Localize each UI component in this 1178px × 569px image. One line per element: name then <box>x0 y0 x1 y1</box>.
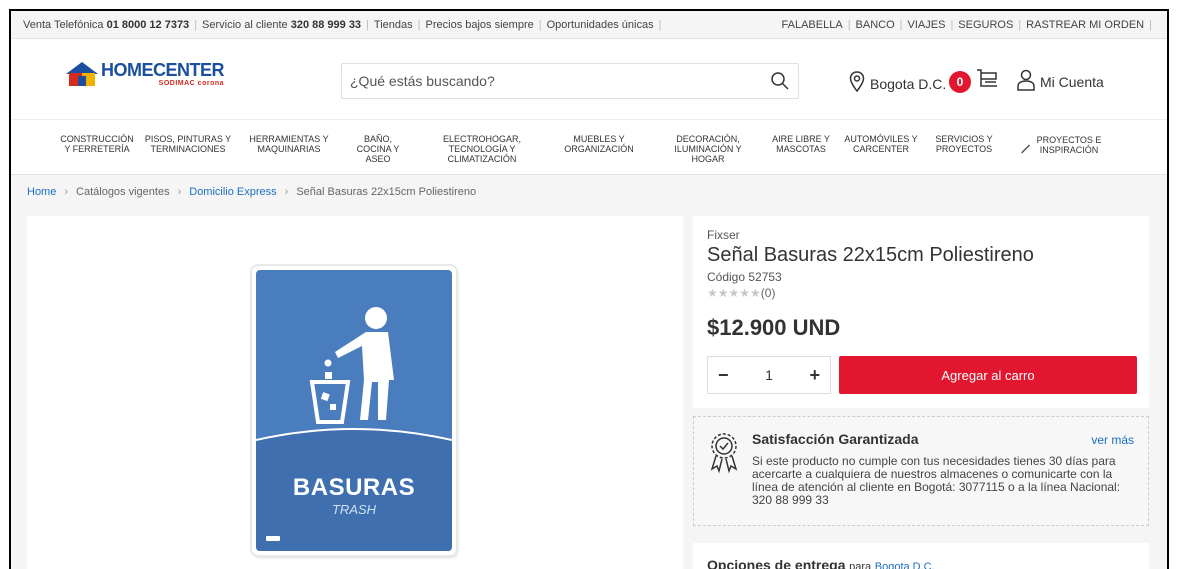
account-link[interactable]: Mi Cuenta <box>1017 69 1104 94</box>
product-code: Código 52753 <box>707 270 782 284</box>
logo-sub-text: SODIMAC corona <box>158 80 225 87</box>
nav-item-pisos[interactable]: PISOS, PINTURAS Y TERMINACIONES <box>145 134 231 154</box>
delivery-title: Opciones de entrega <box>707 557 846 569</box>
location-pin-icon <box>849 71 865 96</box>
chevron-right-icon: › <box>284 186 289 198</box>
user-icon <box>1017 69 1035 94</box>
search-input[interactable] <box>342 64 742 98</box>
pencil-icon <box>1021 134 1031 156</box>
product-rating[interactable]: ★★★★★ (0) <box>707 286 1135 300</box>
rating-count: (0) <box>760 286 776 300</box>
account-label: Mi Cuenta <box>1040 73 1104 90</box>
guarantee-badge-icon <box>708 431 740 475</box>
topbar-stores-link[interactable]: Tiendas <box>374 19 413 31</box>
breadcrumb-home[interactable]: Home <box>27 186 56 198</box>
delivery-options: Opciones de entrega para Bogota D.C. <box>693 543 1149 569</box>
house-logo-icon <box>65 61 99 87</box>
topbar-customer-service[interactable]: Servicio al cliente 320 88 999 33 <box>202 19 361 31</box>
delivery-for: para <box>849 561 872 569</box>
cart-count-badge: 0 <box>949 70 971 93</box>
nav-item-herramientas[interactable]: HERRAMIENTAS Y MAQUINARIAS <box>249 134 328 154</box>
homecenter-logo[interactable]: HOMECENTER SODIMAC corona <box>65 60 225 87</box>
quantity-value[interactable]: 1 <box>765 367 773 383</box>
nav-item-aire-libre[interactable]: AIRE LIBRE Y MASCOTAS <box>772 134 830 154</box>
rating-stars-icon: ★★★★★ <box>707 286 761 300</box>
satisfaction-guarantee-box: Satisfacción Garantizada ver más Si este… <box>693 416 1149 526</box>
breadcrumb-current: Señal Basuras 22x15cm Poliestireno <box>296 186 477 198</box>
nav-item-electrohogar[interactable]: ELECTROHOGAR, TECNOLOGÍA Y CLIMATIZACIÓN <box>443 134 521 164</box>
product-brand[interactable]: Fixser <box>707 228 1135 242</box>
breadcrumb: Home › Catálogos vigentes › Domicilio Ex… <box>11 175 1167 209</box>
topbar-opportunities-link[interactable]: Oportunidades únicas <box>547 19 654 31</box>
product-title: Señal Basuras 22x15cm Poliestireno <box>707 244 1034 266</box>
quantity-stepper: − 1 + <box>707 356 831 394</box>
cart-button[interactable]: 0 <box>949 67 999 96</box>
topbar-track-order-link[interactable]: RASTREAR MI ORDEN <box>1026 19 1144 31</box>
search-icon[interactable] <box>770 71 790 91</box>
guarantee-more-link[interactable]: ver más <box>1091 433 1134 447</box>
topbar-seguros-link[interactable]: SEGUROS <box>958 19 1013 31</box>
guarantee-title: Satisfacción Garantizada <box>752 431 919 447</box>
increase-quantity-button[interactable]: + <box>809 365 820 386</box>
location-label: Bogota D.C. <box>870 75 947 92</box>
nav-item-servicios[interactable]: SERVICIOS Y PROYECTOS <box>935 134 992 154</box>
nav-item-proyectos[interactable]: PROYECTOS E INSPIRACIÓN <box>1021 134 1102 156</box>
sign-label: BASURAS <box>292 474 416 501</box>
search-box <box>341 63 799 99</box>
topbar-viajes-link[interactable]: VIAJES <box>908 19 946 31</box>
topbar-banco-link[interactable]: BANCO <box>856 19 895 31</box>
browser-frame: Venta Telefónica 01 8000 12 7373 | Servi… <box>9 9 1169 569</box>
breadcrumb-catalogos[interactable]: Catálogos vigentes <box>76 186 170 198</box>
delivery-city-link[interactable]: Bogota D.C. <box>875 561 935 569</box>
product-info-panel: Fixser Señal Basuras 22x15cm Poliestiren… <box>693 216 1149 408</box>
top-utility-bar: Venta Telefónica 01 8000 12 7373 | Servi… <box>11 11 1167 39</box>
category-nav: CONSTRUCCIÓN Y FERRETERÍA PISOS, PINTURA… <box>11 119 1167 175</box>
decrease-quantity-button[interactable]: − <box>718 365 729 386</box>
nav-item-bano[interactable]: BAÑO, COCINA Y ASEO <box>357 134 400 164</box>
nav-item-automoviles[interactable]: AUTOMÓVILES Y CARCENTER <box>844 134 917 154</box>
topbar-low-prices-link[interactable]: Precios bajos siempre <box>426 19 534 31</box>
product-price: $12.900 UND <box>707 315 841 340</box>
nav-item-muebles[interactable]: MUEBLES Y ORGANIZACIÓN <box>564 134 634 154</box>
topbar-left: Venta Telefónica 01 8000 12 7373 | Servi… <box>23 18 662 31</box>
chevron-right-icon: › <box>177 186 182 198</box>
topbar-phone-sales[interactable]: Venta Telefónica 01 8000 12 7373 <box>23 19 189 31</box>
nav-item-decoracion[interactable]: DECORACIÓN, ILUMINACIÓN Y HOGAR <box>674 134 741 164</box>
guarantee-text: Si este producto no cumple con tus neces… <box>752 454 1121 507</box>
add-to-cart-button[interactable]: Agregar al carro <box>839 356 1137 394</box>
site-header: HOMECENTER SODIMAC corona Bogota D.C. 0 <box>11 39 1167 119</box>
location-selector[interactable]: Bogota D.C. <box>849 71 946 96</box>
cart-icon <box>975 67 999 96</box>
logo-brand-text: HOMECENTER <box>101 60 225 80</box>
nav-item-construccion[interactable]: CONSTRUCCIÓN Y FERRETERÍA <box>60 134 134 154</box>
topbar-right: FALABELLA | BANCO | VIAJES | SEGUROS | R… <box>781 18 1152 31</box>
topbar-falabella-link[interactable]: FALABELLA <box>782 19 843 31</box>
nav-item-proyectos-label: PROYECTOS E INSPIRACIÓN <box>1036 135 1102 155</box>
product-gallery: BASURAS TRASH <box>27 216 683 569</box>
sign-sublabel: TRASH <box>331 502 377 517</box>
chevron-right-icon: › <box>64 186 69 198</box>
product-image[interactable]: BASURAS TRASH <box>252 266 456 555</box>
breadcrumb-domicilio[interactable]: Domicilio Express <box>189 186 276 198</box>
